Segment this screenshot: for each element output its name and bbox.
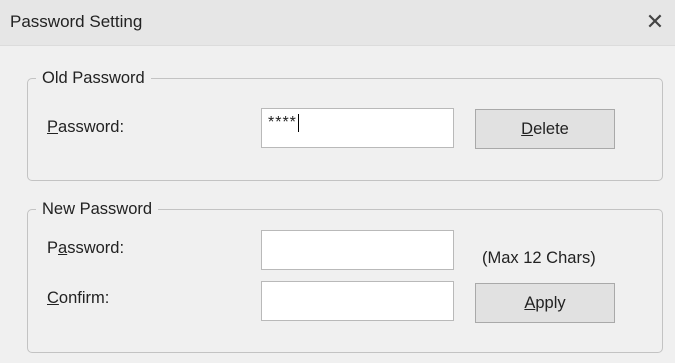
apply-button[interactable]: Apply: [475, 283, 615, 323]
old-password-input[interactable]: ****: [261, 108, 454, 148]
text-caret: [297, 114, 299, 132]
title-bar: Password Setting ✕: [0, 0, 675, 46]
old-password-group-label: Old Password: [42, 69, 145, 87]
delete-button[interactable]: Delete: [475, 109, 615, 149]
new-password-input[interactable]: [261, 230, 454, 270]
new-password-group-label: New Password: [42, 200, 153, 218]
confirm-password-input[interactable]: [261, 281, 454, 321]
max-chars-note: (Max 12 Chars): [482, 249, 596, 267]
close-icon[interactable]: ✕: [642, 10, 668, 36]
new-password-group: New Password: [27, 200, 663, 353]
new-password-label: Password:: [47, 239, 125, 257]
confirm-label: Confirm:: [47, 289, 110, 307]
old-password-label: Password:: [47, 118, 125, 136]
window-title: Password Setting: [10, 12, 143, 31]
